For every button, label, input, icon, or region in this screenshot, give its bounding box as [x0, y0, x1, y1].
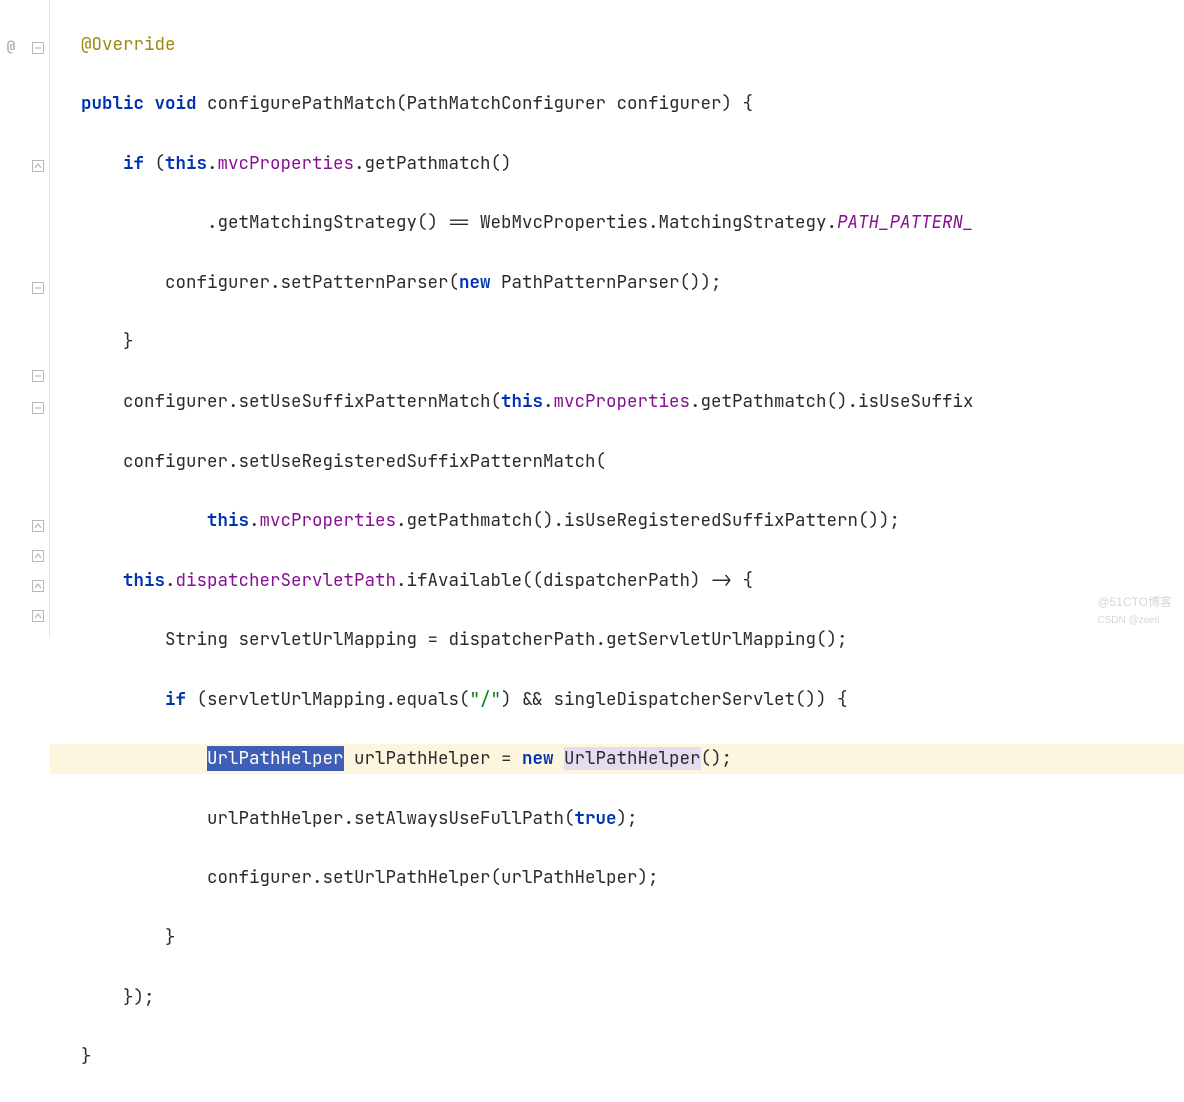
watermark-text: @51CTO博客: [1097, 592, 1172, 612]
fold-marker-minus[interactable]: [32, 282, 46, 296]
code-text: configurePathMatch(PathMatchConfigurer c…: [197, 92, 754, 115]
code-text: ();: [701, 747, 733, 770]
code-line-highlighted: UrlPathHelper urlPathHelper = new UrlPat…: [50, 744, 1184, 774]
code-text: String servletUrlMapping = dispatcherPat…: [165, 628, 848, 651]
fold-marker-minus[interactable]: [32, 402, 46, 416]
code-line: configurer.setPatternParser(new PathPatt…: [60, 268, 1184, 298]
code-line: });: [60, 983, 1184, 1013]
code-text: ) && singleDispatcherServlet()) {: [501, 688, 848, 711]
code-text: .: [249, 509, 260, 532]
keyword: void: [155, 92, 197, 115]
code-text: .getPathmatch().isUseSuffix: [690, 390, 974, 413]
keyword: true: [575, 807, 617, 830]
code-text: PathPatternParser());: [491, 271, 722, 294]
code-line: String servletUrlMapping = dispatcherPat…: [60, 625, 1184, 655]
code-line: if (this.mvcProperties.getPathmatch(): [60, 149, 1184, 179]
fold-marker-up[interactable]: [32, 610, 46, 624]
code-text: configurer.setUrlPathHelper(urlPathHelpe…: [207, 866, 659, 889]
selected-text: UrlPathHelper: [207, 746, 344, 771]
code-line: }: [60, 327, 1184, 357]
code-line: this.dispatcherServletPath.ifAvailable((…: [60, 566, 1184, 596]
annotation: @Override: [81, 33, 176, 56]
fold-marker-minus[interactable]: [32, 42, 46, 56]
code-text: configurer.setPatternParser(: [165, 271, 459, 294]
code-line: configurer.setUseRegisteredSuffixPattern…: [60, 447, 1184, 477]
keyword: this: [165, 152, 207, 175]
code-text: .getPathmatch(): [354, 152, 512, 175]
watermark: @51CTO博客 CSDN @zoeil: [1097, 592, 1172, 629]
code-text: .getMatchingStrategy() == WebMvcProperti…: [207, 211, 837, 234]
code-line: @Override: [60, 30, 1184, 60]
fold-marker-minus[interactable]: [32, 370, 46, 384]
code-text: .: [165, 569, 176, 592]
editor-gutter: @: [0, 0, 50, 637]
code-text: }: [81, 1045, 92, 1068]
override-gutter-icon[interactable]: @: [0, 36, 22, 60]
fold-marker-up[interactable]: [32, 160, 46, 174]
code-line: this.mvcProperties.getPathmatch().isUseR…: [60, 506, 1184, 536]
keyword: public: [81, 92, 144, 115]
field: mvcProperties: [218, 152, 355, 175]
code-editor[interactable]: @Override public void configurePathMatch…: [60, 0, 1184, 1102]
fold-marker-up[interactable]: [32, 550, 46, 564]
code-text: .: [543, 390, 554, 413]
keyword: this: [123, 569, 165, 592]
code-text: );: [617, 807, 638, 830]
usage-highlight: UrlPathHelper: [564, 747, 701, 770]
field: mvcProperties: [554, 390, 691, 413]
field: dispatcherServletPath: [176, 569, 397, 592]
fold-marker-up[interactable]: [32, 580, 46, 594]
code-text: (servletUrlMapping.equals(: [186, 688, 470, 711]
keyword: new: [522, 747, 554, 770]
keyword: if: [123, 152, 144, 175]
string-literal: "/": [470, 688, 502, 711]
code-line: public void configurePathMatch(PathMatch…: [60, 89, 1184, 119]
fold-marker-up[interactable]: [32, 520, 46, 534]
code-text: [554, 747, 565, 770]
code-text: }: [165, 926, 176, 949]
keyword: new: [459, 271, 491, 294]
code-line: urlPathHelper.setAlwaysUseFullPath(true)…: [60, 804, 1184, 834]
code-text: .ifAvailable((dispatcherPath) -> {: [396, 569, 753, 592]
code-text: urlPathHelper =: [344, 747, 523, 770]
code-line: if (servletUrlMapping.equals("/") && sin…: [60, 685, 1184, 715]
watermark-text: CSDN @zoeil: [1097, 612, 1172, 629]
code-text: }: [123, 330, 134, 353]
code-text: configurer.setUseSuffixPatternMatch(: [123, 390, 501, 413]
code-text: .getPathmatch().isUseRegisteredSuffixPat…: [396, 509, 900, 532]
code-line: .getMatchingStrategy() == WebMvcProperti…: [60, 208, 1184, 238]
code-line: configurer.setUseSuffixPatternMatch(this…: [60, 387, 1184, 417]
code-text: });: [123, 986, 155, 1009]
field: mvcProperties: [260, 509, 397, 532]
keyword: this: [501, 390, 543, 413]
code-text: urlPathHelper.setAlwaysUseFullPath(: [207, 807, 575, 830]
keyword: this: [207, 509, 249, 532]
code-line: configurer.setUrlPathHelper(urlPathHelpe…: [60, 863, 1184, 893]
code-line: }: [60, 1042, 1184, 1072]
static-field: PATH_PATTERN_: [837, 211, 974, 234]
code-text: (: [144, 152, 165, 175]
keyword: if: [165, 688, 186, 711]
code-text: .: [207, 152, 218, 175]
code-line: }: [60, 923, 1184, 953]
code-text: configurer.setUseRegisteredSuffixPattern…: [123, 450, 606, 473]
